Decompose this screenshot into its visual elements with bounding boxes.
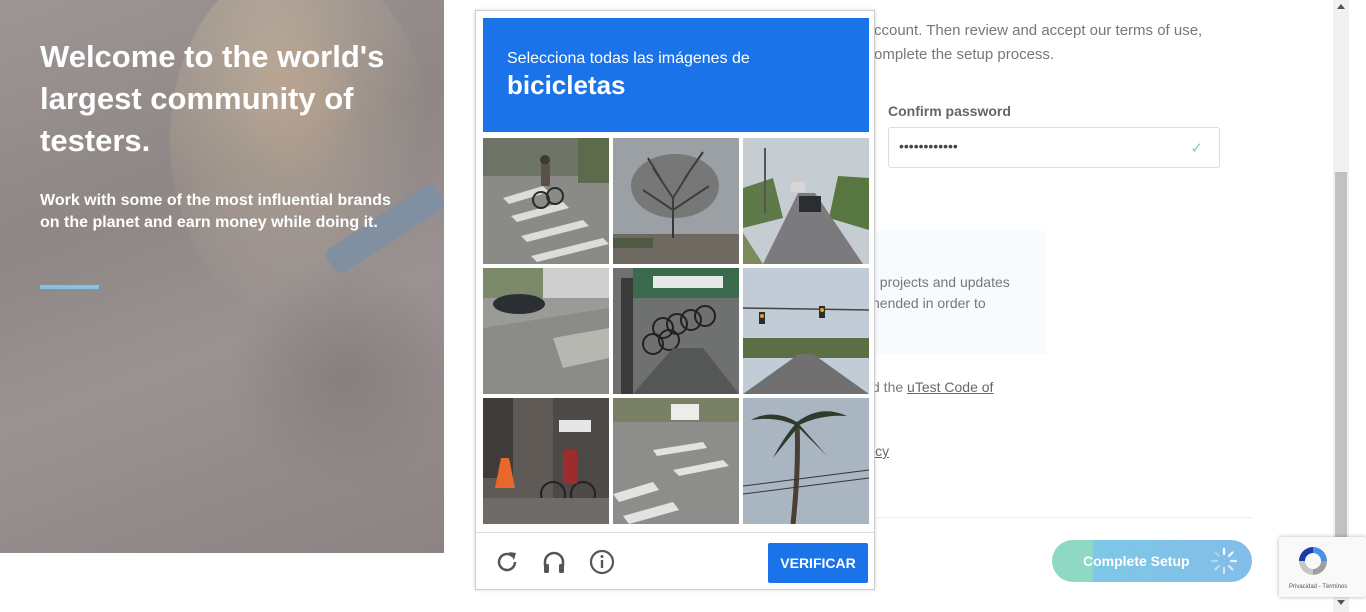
code-of-conduct-prefix: d the	[872, 379, 908, 395]
reload-icon[interactable]	[494, 549, 520, 575]
info-text-line-2: nended in order to	[872, 295, 986, 311]
captcha-tile-4[interactable]	[483, 268, 609, 394]
captcha-tile-3[interactable]	[743, 138, 869, 264]
intro-text-line-1: ccount. Then review and accept our terms…	[874, 22, 1203, 39]
confirm-password-value: ••••••••••••	[899, 138, 958, 154]
confirm-password-label: Confirm password	[888, 103, 1011, 119]
captcha-tile-1[interactable]	[483, 138, 609, 264]
captcha-prompt: Selecciona todas las imágenes de	[507, 50, 750, 67]
scroll-down-arrow-icon[interactable]	[1337, 600, 1345, 605]
loading-spinner-icon	[1210, 547, 1238, 575]
captcha-tile-7[interactable]	[483, 398, 609, 524]
recaptcha-logo-icon	[1299, 547, 1327, 575]
captcha-tile-8[interactable]	[613, 398, 739, 524]
confirm-password-field[interactable]: •••••••••••• ✓	[888, 127, 1220, 168]
scroll-up-arrow-icon[interactable]	[1337, 4, 1345, 9]
hero-photo-arm	[230, 260, 444, 490]
code-of-conduct-text: d the uTest Code of	[872, 379, 993, 395]
hero-title: Welcome to the world's largest community…	[40, 39, 385, 158]
form-divider	[860, 517, 1253, 518]
complete-setup-button[interactable]: Complete Setup	[1052, 540, 1252, 582]
captcha-tile-5[interactable]	[613, 268, 739, 394]
info-box	[860, 231, 1046, 354]
captcha-image-grid	[483, 138, 869, 524]
intro-text-line-2: omplete the setup process.	[874, 46, 1055, 63]
captcha-target: bicicletas	[507, 70, 626, 100]
captcha-tile-6[interactable]	[743, 268, 869, 394]
check-icon: ✓	[1190, 140, 1203, 157]
recaptcha-badge-links[interactable]: Privacidad - Términos	[1289, 584, 1347, 590]
captcha-tile-2[interactable]	[613, 138, 739, 264]
verify-button[interactable]: VERIFICAR	[768, 543, 868, 583]
hero-panel: Welcome to the world's largest community…	[0, 0, 444, 553]
audio-headphones-icon[interactable]	[541, 549, 567, 575]
scrollbar-thumb[interactable]	[1335, 172, 1347, 542]
recaptcha-badge[interactable]: Privacidad - Términos	[1279, 537, 1366, 597]
recaptcha-challenge: Selecciona todas las imágenes de bicicle…	[475, 10, 875, 590]
info-icon[interactable]	[589, 549, 615, 575]
info-text-line-1: ; projects and updates	[872, 274, 1010, 290]
captcha-footer: VERIFICAR	[476, 532, 874, 590]
captcha-tile-9[interactable]	[743, 398, 869, 524]
complete-setup-label: Complete Setup	[1083, 553, 1190, 569]
page-scrollbar[interactable]	[1333, 0, 1349, 612]
hero-accent-line	[40, 285, 99, 289]
captcha-header: Selecciona todas las imágenes de bicicle…	[483, 18, 869, 132]
hero-subtitle: Work with some of the most influential b…	[40, 192, 391, 231]
code-of-conduct-link[interactable]: uTest Code of	[907, 379, 993, 395]
